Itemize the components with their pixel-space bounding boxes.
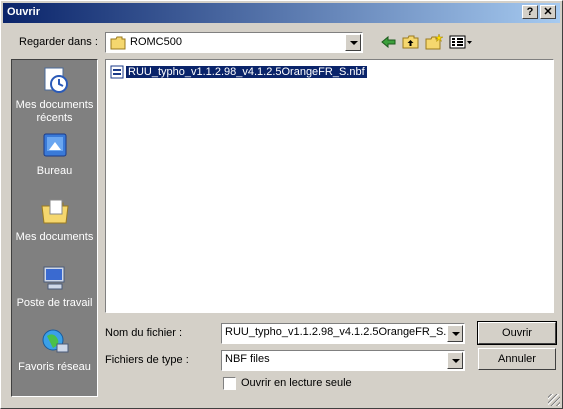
- readonly-label[interactable]: Ouvrir en lecture seule: [241, 377, 352, 389]
- place-my-computer[interactable]: Poste de travail: [12, 262, 97, 310]
- my-documents-icon: [40, 199, 69, 224]
- filetype-label: Fichiers de type :: [105, 354, 189, 366]
- place-recent-documents[interactable]: Mes documents récents: [12, 64, 97, 125]
- filetype-value: NBF files: [225, 353, 270, 365]
- place-label: Bureau: [36, 165, 73, 177]
- title-bar[interactable]: Ouvrir ? ✕: [3, 3, 560, 23]
- file-item[interactable]: RUU_typho_v1.1.2.98_v4.1.2.5OrangeFR_S.n…: [110, 64, 367, 80]
- up-folder-icon[interactable]: [401, 33, 421, 51]
- place-label: Favoris réseau: [18, 361, 91, 373]
- readonly-checkbox[interactable]: [223, 377, 236, 390]
- new-folder-icon[interactable]: [424, 33, 444, 51]
- file-name: RUU_typho_v1.1.2.98_v4.1.2.5OrangeFR_S.n…: [126, 66, 367, 78]
- my-computer-icon: [43, 266, 64, 290]
- open-button[interactable]: Ouvrir: [477, 321, 557, 345]
- filename-dropdown-arrow[interactable]: [447, 325, 463, 342]
- filetype-dropdown-arrow[interactable]: [447, 352, 463, 369]
- network-places-icon: [42, 329, 68, 353]
- lookin-label: Regarder dans :: [19, 36, 98, 48]
- place-label: Poste de travail: [16, 297, 93, 309]
- cancel-button[interactable]: Annuler: [478, 348, 556, 370]
- place-label: Mes documents récents: [15, 99, 94, 124]
- file-icon: [110, 65, 124, 79]
- filetype-combobox[interactable]: NBF files: [221, 350, 465, 371]
- help-button[interactable]: ?: [522, 5, 538, 19]
- place-network[interactable]: Favoris réseau: [12, 326, 97, 374]
- resize-grip[interactable]: [548, 394, 560, 406]
- open-file-dialog: Ouvrir ? ✕ Regarder dans : ROMC500 Mes d…: [0, 0, 563, 409]
- back-arrow-icon[interactable]: [379, 33, 399, 51]
- filename-value: RUU_typho_v1.1.2.98_v4.1.2.5OrangeFR_S.n: [225, 326, 447, 338]
- folder-icon: [110, 36, 126, 50]
- window-title: Ouvrir: [7, 6, 41, 18]
- view-menu-icon[interactable]: [448, 33, 474, 51]
- lookin-combobox[interactable]: ROMC500: [105, 32, 363, 53]
- desktop-icon: [43, 133, 66, 157]
- place-label: Mes documents: [15, 231, 94, 243]
- filename-field[interactable]: RUU_typho_v1.1.2.98_v4.1.2.5OrangeFR_S.n: [221, 323, 465, 344]
- places-bar: Mes documents récents Bureau Mes documen…: [11, 59, 98, 397]
- file-list[interactable]: RUU_typho_v1.1.2.98_v4.1.2.5OrangeFR_S.n…: [105, 59, 554, 313]
- lookin-value: ROMC500: [130, 36, 182, 48]
- close-button[interactable]: ✕: [540, 5, 556, 19]
- recent-documents-icon: [44, 67, 68, 93]
- lookin-dropdown-arrow[interactable]: [345, 34, 361, 51]
- place-desktop[interactable]: Bureau: [12, 130, 97, 178]
- filename-label: Nom du fichier :: [105, 327, 183, 339]
- place-my-documents[interactable]: Mes documents: [12, 196, 97, 244]
